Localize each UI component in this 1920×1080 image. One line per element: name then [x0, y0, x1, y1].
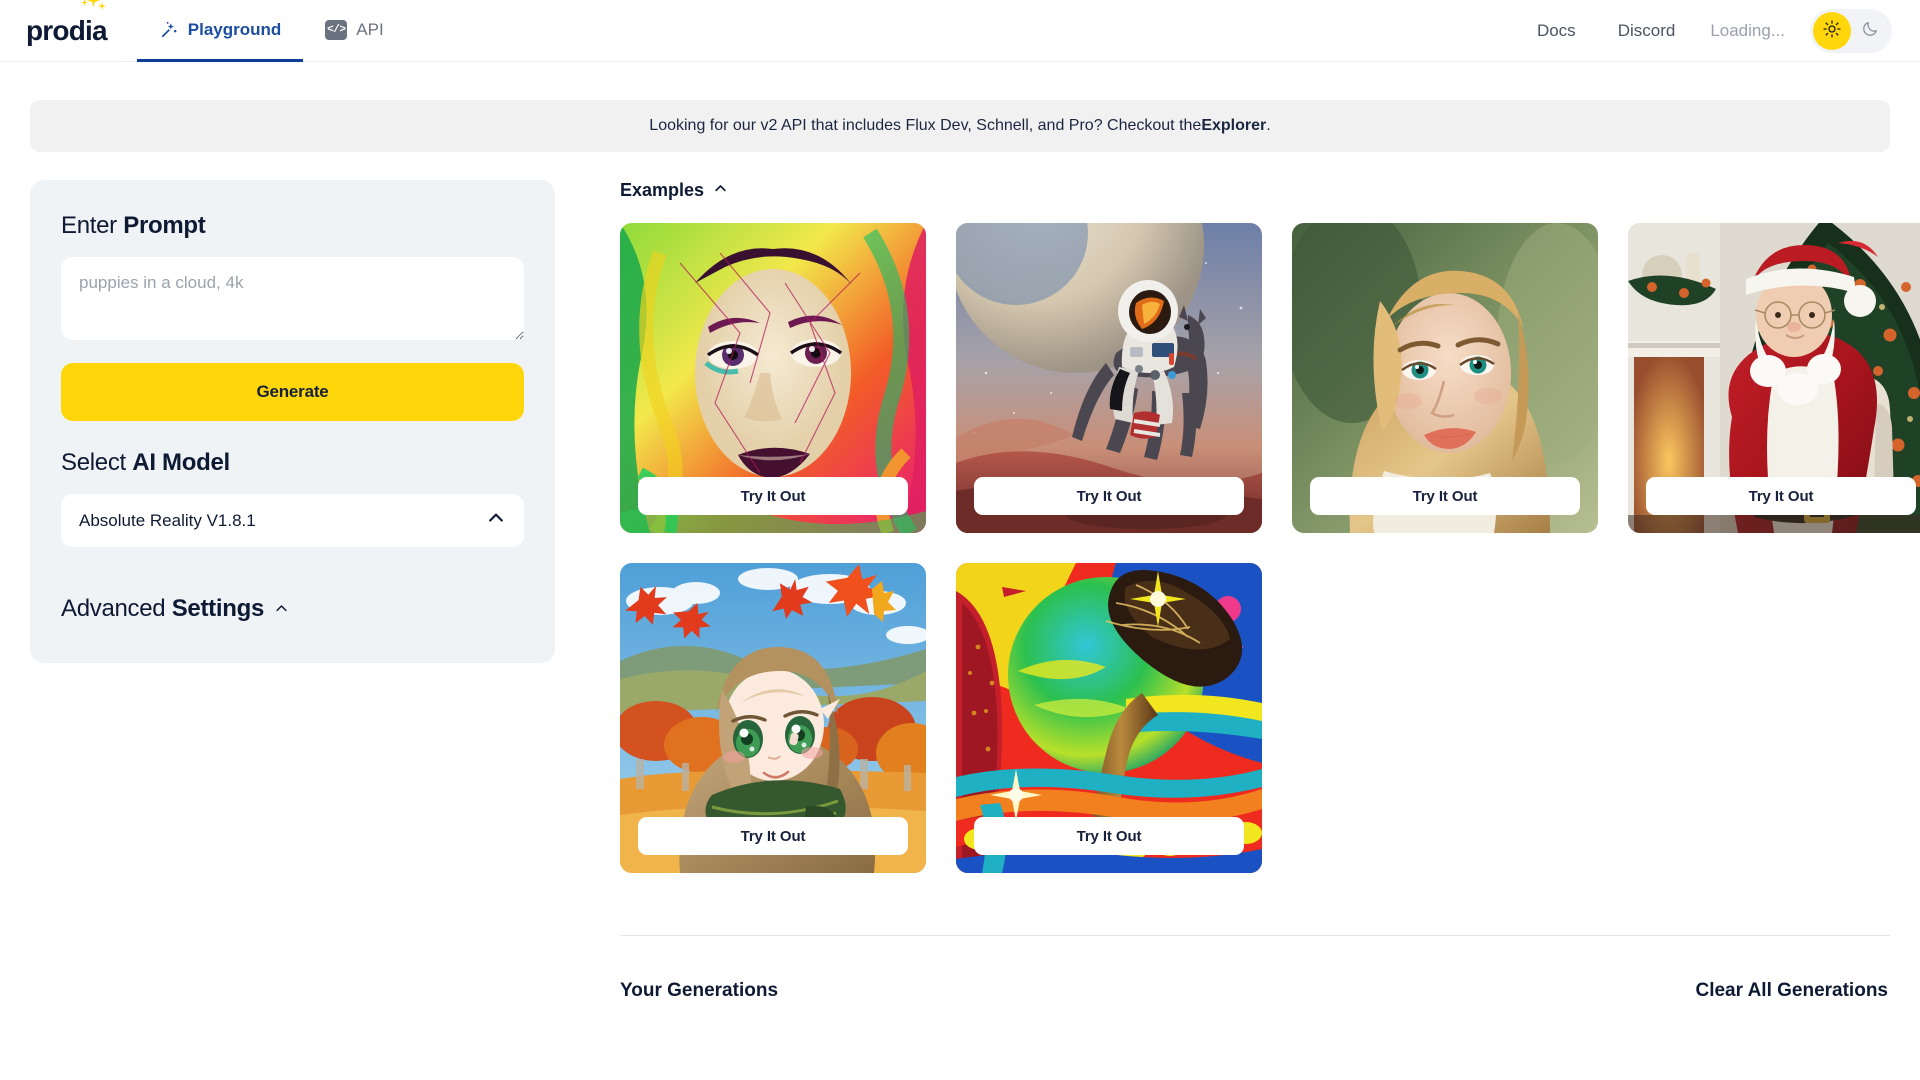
model-label: Select AI Model — [61, 449, 524, 477]
app-header: prodia Playground </> API Docs Discord L… — [0, 0, 1920, 62]
model-select[interactable]: Absolute Reality V1.8.1 — [61, 494, 524, 547]
advanced-label-bold: Settings — [171, 595, 265, 622]
examples-toggle[interactable]: Examples — [620, 180, 1890, 201]
generations-header: Your Generations Clear All Generations — [620, 980, 1890, 1002]
light-theme-button[interactable] — [1813, 11, 1851, 50]
example-card-psychedelic-tree-landscape[interactable]: Try It Out — [956, 563, 1262, 873]
theme-toggle[interactable] — [1810, 8, 1892, 53]
chevron-up-icon — [713, 180, 728, 201]
prompt-label: Enter Prompt — [61, 212, 524, 240]
try-it-out-button[interactable]: Try It Out — [1310, 477, 1580, 515]
prompt-label-light: Enter — [61, 212, 124, 239]
clear-all-generations-button[interactable]: Clear All Generations — [1695, 980, 1888, 1002]
chevron-up-icon — [274, 595, 289, 623]
try-it-out-button[interactable]: Try It Out — [974, 817, 1244, 855]
model-label-light: Select — [61, 449, 133, 476]
generations-divider — [620, 935, 1890, 936]
try-it-out-button[interactable]: Try It Out — [1646, 477, 1916, 515]
tab-api-label: API — [356, 19, 384, 39]
explorer-link[interactable]: Explorer — [1201, 117, 1266, 135]
tab-playground[interactable]: Playground — [136, 0, 304, 62]
header-actions: Docs Discord Loading... — [1516, 0, 1892, 61]
tab-api[interactable]: </> API — [303, 0, 405, 62]
main-nav: Playground </> API — [136, 0, 406, 62]
prompt-input[interactable] — [61, 257, 524, 340]
moon-icon — [1861, 20, 1879, 41]
your-generations-title: Your Generations — [620, 980, 779, 1001]
advanced-settings-toggle[interactable]: Advanced Settings — [61, 595, 524, 623]
dark-theme-button[interactable] — [1851, 12, 1889, 50]
code-icon: </> — [325, 19, 348, 40]
try-it-out-button[interactable]: Try It Out — [638, 477, 908, 515]
generate-button[interactable]: Generate — [61, 363, 524, 421]
examples-label: Examples — [620, 180, 705, 200]
main-content: Examples Try It Out Try It Out Try It Ou… — [575, 180, 1920, 1002]
prodia-logo[interactable]: prodia — [26, 0, 108, 61]
banner-text-before: Looking for our v2 API that includes Flu… — [649, 117, 1202, 134]
prompt-label-bold: Prompt — [123, 212, 206, 239]
example-card-astronaut-riding-horse-on-mars[interactable]: Try It Out — [956, 223, 1262, 533]
advanced-label: Advanced Settings — [61, 595, 264, 623]
generation-panel: Enter Prompt Generate Select AI Model Ab… — [30, 180, 555, 663]
sun-icon — [1823, 20, 1841, 41]
model-select-value: Absolute Reality V1.8.1 — [79, 510, 256, 530]
examples-grid: Try It Out Try It Out Try It Out Try It … — [620, 223, 1920, 873]
sparkle-small-icon — [97, 2, 106, 10]
sparkle-icon — [86, 0, 100, 7]
discord-link[interactable]: Discord — [1597, 21, 1697, 41]
example-card-santa-claus-by-christmas-tree[interactable]: Try It Out — [1628, 223, 1920, 533]
chevron-up-icon — [486, 508, 506, 533]
docs-link[interactable]: Docs — [1516, 21, 1597, 41]
example-card-colorful-painted-woman-portrait[interactable]: Try It Out — [620, 223, 926, 533]
banner-text-after: . — [1266, 117, 1271, 134]
magic-wand-icon — [159, 20, 179, 40]
logo-wordmark: prodia — [26, 14, 108, 46]
example-card-anime-girl-autumn-landscape[interactable]: Try It Out — [620, 563, 926, 873]
sparkle-tiny-icon — [80, 0, 88, 6]
loading-status: Loading... — [1710, 20, 1785, 40]
page-body: Enter Prompt Generate Select AI Model Ab… — [0, 152, 1920, 1002]
tab-playground-label: Playground — [187, 19, 282, 39]
v2-api-banner: Looking for our v2 API that includes Flu… — [30, 100, 1890, 152]
advanced-label-light: Advanced — [61, 595, 172, 622]
example-card-blonde-woman-photo-portrait[interactable]: Try It Out — [1292, 223, 1598, 533]
try-it-out-button[interactable]: Try It Out — [974, 477, 1244, 515]
try-it-out-button[interactable]: Try It Out — [638, 817, 908, 855]
model-label-bold: AI Model — [132, 449, 230, 476]
